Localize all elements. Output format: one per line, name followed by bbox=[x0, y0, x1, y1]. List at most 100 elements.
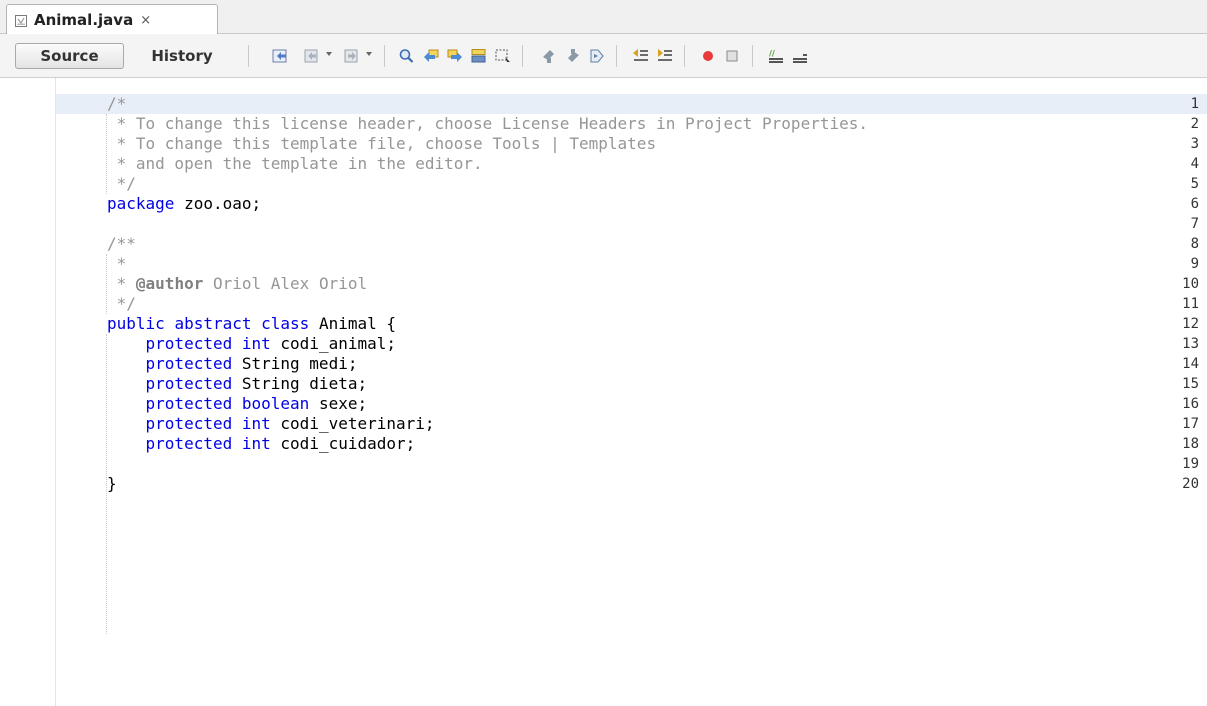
editor-tab-strip: Animal.java × bbox=[0, 0, 1207, 35]
toggle-bookmark-icon[interactable] bbox=[588, 48, 606, 64]
code-token-comment: /* bbox=[107, 94, 127, 113]
uncomment-icon[interactable] bbox=[792, 48, 810, 64]
code-line[interactable]: package zoo.oao; bbox=[107, 194, 261, 214]
current-line-highlight bbox=[56, 94, 1207, 114]
start-macro-icon[interactable] bbox=[700, 48, 718, 64]
forward-dropdown-icon[interactable] bbox=[366, 52, 372, 56]
toolbar-separator bbox=[684, 45, 685, 67]
code-line[interactable]: */ bbox=[107, 174, 136, 194]
find-selection-icon[interactable] bbox=[398, 48, 416, 64]
code-token-plain: String dieta; bbox=[232, 374, 368, 393]
code-line[interactable]: protected boolean sexe; bbox=[107, 394, 368, 414]
line-number: 15 bbox=[1182, 376, 1199, 392]
code-line[interactable]: * To change this template file, choose T… bbox=[107, 134, 656, 154]
code-token-plain: zoo.oao; bbox=[174, 194, 262, 213]
comment-icon[interactable]: // bbox=[768, 48, 786, 64]
code-line[interactable]: protected int codi_veterinari; bbox=[107, 414, 435, 434]
forward-icon[interactable] bbox=[344, 48, 362, 64]
java-file-icon bbox=[14, 13, 28, 27]
code-token-comment: * To change this template file, choose T… bbox=[107, 134, 657, 153]
line-number: 8 bbox=[1190, 236, 1199, 252]
last-edit-icon[interactable] bbox=[272, 48, 290, 64]
code-line[interactable]: } bbox=[107, 474, 117, 494]
code-token-kw: protected bbox=[145, 334, 233, 353]
code-token-kw: protected bbox=[145, 414, 233, 433]
code-token-kw: protected bbox=[145, 394, 233, 413]
line-number: 6 bbox=[1190, 196, 1199, 212]
line-number: 16 bbox=[1182, 396, 1199, 412]
next-bookmark-icon[interactable] bbox=[564, 48, 582, 64]
code-line[interactable]: protected int codi_animal; bbox=[107, 334, 396, 354]
source-button[interactable]: Source bbox=[15, 43, 124, 69]
line-number: 2 bbox=[1190, 116, 1199, 132]
back-icon[interactable] bbox=[304, 48, 322, 64]
code-editor[interactable]: 1 2 3 4 5 6 7 8 9 10 11 12 13 14 15 16 17 18 19 20 /* * To … bbox=[0, 78, 1207, 706]
toolbar-separator bbox=[248, 45, 249, 67]
code-token-plain: codi_veterinari; bbox=[270, 414, 435, 433]
code-token-kw: public bbox=[107, 314, 165, 333]
code-line[interactable]: protected int codi_cuidador; bbox=[107, 434, 416, 454]
code-token-plain: codi_cuidador; bbox=[270, 434, 416, 453]
code-token-comment: * To change this license header, choose … bbox=[107, 114, 868, 133]
close-tab-icon[interactable]: × bbox=[140, 13, 151, 28]
line-number: 4 bbox=[1190, 156, 1199, 172]
previous-bookmark-icon[interactable] bbox=[540, 48, 558, 64]
code-line[interactable]: * bbox=[107, 254, 127, 274]
svg-text://: // bbox=[769, 49, 775, 58]
code-token-plain: } bbox=[107, 474, 117, 493]
stop-macro-icon[interactable] bbox=[724, 48, 742, 64]
tab-animal-java[interactable]: Animal.java × bbox=[6, 4, 218, 35]
code-token-comment: Oriol Alex Oriol bbox=[203, 274, 368, 293]
javadoc-fold-guide bbox=[106, 254, 107, 314]
toolbar-separator bbox=[522, 45, 523, 67]
line-number: 12 bbox=[1182, 316, 1199, 332]
code-token-kw: protected bbox=[145, 374, 233, 393]
line-number: 19 bbox=[1182, 456, 1199, 472]
back-dropdown-icon[interactable] bbox=[326, 52, 332, 56]
code-token-kw: int bbox=[241, 434, 271, 453]
code-token-comment: * bbox=[107, 254, 127, 273]
code-token-comment: /** bbox=[107, 234, 136, 253]
code-line[interactable]: protected String dieta; bbox=[107, 374, 368, 394]
code-token-kw: package bbox=[107, 194, 175, 213]
code-line[interactable]: */ bbox=[107, 294, 136, 314]
toggle-highlight-icon[interactable] bbox=[470, 48, 488, 64]
code-token-kw: protected bbox=[145, 434, 233, 453]
shift-right-icon[interactable] bbox=[656, 48, 674, 64]
find-previous-icon[interactable] bbox=[422, 48, 440, 64]
find-next-icon[interactable] bbox=[446, 48, 464, 64]
code-token-kw: class bbox=[261, 314, 310, 333]
line-number: 3 bbox=[1190, 136, 1199, 152]
history-button[interactable]: History bbox=[132, 43, 232, 69]
code-line[interactable]: * To change this license header, choose … bbox=[107, 114, 868, 134]
code-token-comment: */ bbox=[107, 174, 136, 193]
code-line[interactable]: /* bbox=[107, 94, 126, 114]
line-number: 18 bbox=[1182, 436, 1199, 452]
code-token-kw: protected bbox=[145, 354, 233, 373]
code-line[interactable]: public abstract class Animal { bbox=[107, 314, 396, 334]
class-fold-guide bbox=[106, 334, 107, 634]
code-token-comment: * and open the template in the editor. bbox=[107, 154, 483, 173]
line-number: 9 bbox=[1190, 256, 1199, 272]
code-line[interactable]: /** bbox=[107, 234, 136, 254]
shift-left-icon[interactable] bbox=[632, 48, 650, 64]
code-line[interactable]: protected String medi; bbox=[107, 354, 358, 374]
line-number: 7 bbox=[1190, 216, 1199, 232]
code-token-kw: boolean bbox=[241, 394, 310, 413]
toolbar-separator bbox=[752, 45, 753, 67]
code-token-comment: * bbox=[107, 274, 136, 293]
code-line[interactable]: * and open the template in the editor. bbox=[107, 154, 483, 174]
toggle-rect-select-icon[interactable] bbox=[494, 48, 512, 64]
code-token-plain: codi_animal; bbox=[270, 334, 397, 353]
code-line[interactable]: * @author Oriol Alex Oriol bbox=[107, 274, 367, 294]
line-number-gutter bbox=[0, 78, 56, 706]
